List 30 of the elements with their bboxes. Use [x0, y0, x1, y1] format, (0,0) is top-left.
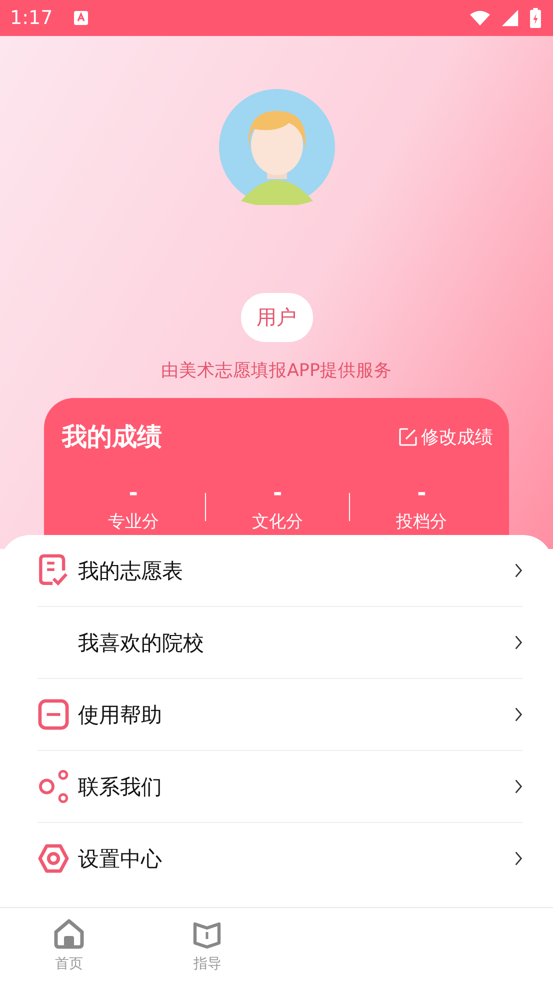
menu-item[interactable]: 联系我们 [38, 751, 523, 823]
menu-item[interactable]: 我喜欢的院校 [38, 607, 523, 679]
username-badge: 用户 [240, 293, 312, 342]
edit-icon [398, 426, 418, 446]
score-label: 文化分 [252, 511, 303, 533]
settings-icon [38, 842, 69, 875]
chevron-right-icon [514, 850, 523, 867]
chevron-right-icon [514, 634, 523, 651]
minus-square-icon [38, 698, 69, 731]
signal-icon [500, 9, 520, 27]
wifi-icon [470, 9, 490, 27]
menu-item[interactable]: 使用帮助 [38, 679, 523, 751]
score-label: 投档分 [396, 511, 448, 533]
score-value: - [128, 481, 138, 506]
menu-item[interactable]: 我的志愿表 [38, 535, 523, 607]
subtitle-text: 由美术志愿填报APP提供服务 [160, 360, 392, 382]
card-title: 我的成绩 [62, 421, 162, 453]
status-time: 1:17 [10, 7, 53, 29]
keyboard-icon [72, 10, 89, 26]
score-label: 专业分 [108, 511, 159, 533]
home-icon [53, 919, 86, 949]
chevron-right-icon [514, 778, 523, 795]
chevron-right-icon [514, 562, 523, 579]
chevron-right-icon [514, 706, 523, 723]
score-value: - [417, 481, 426, 506]
score-value: - [272, 481, 282, 506]
battery-icon [530, 8, 541, 28]
share-icon [38, 770, 69, 803]
menu-item[interactable]: 设置中心 [38, 823, 523, 894]
form-check-icon [38, 554, 69, 587]
